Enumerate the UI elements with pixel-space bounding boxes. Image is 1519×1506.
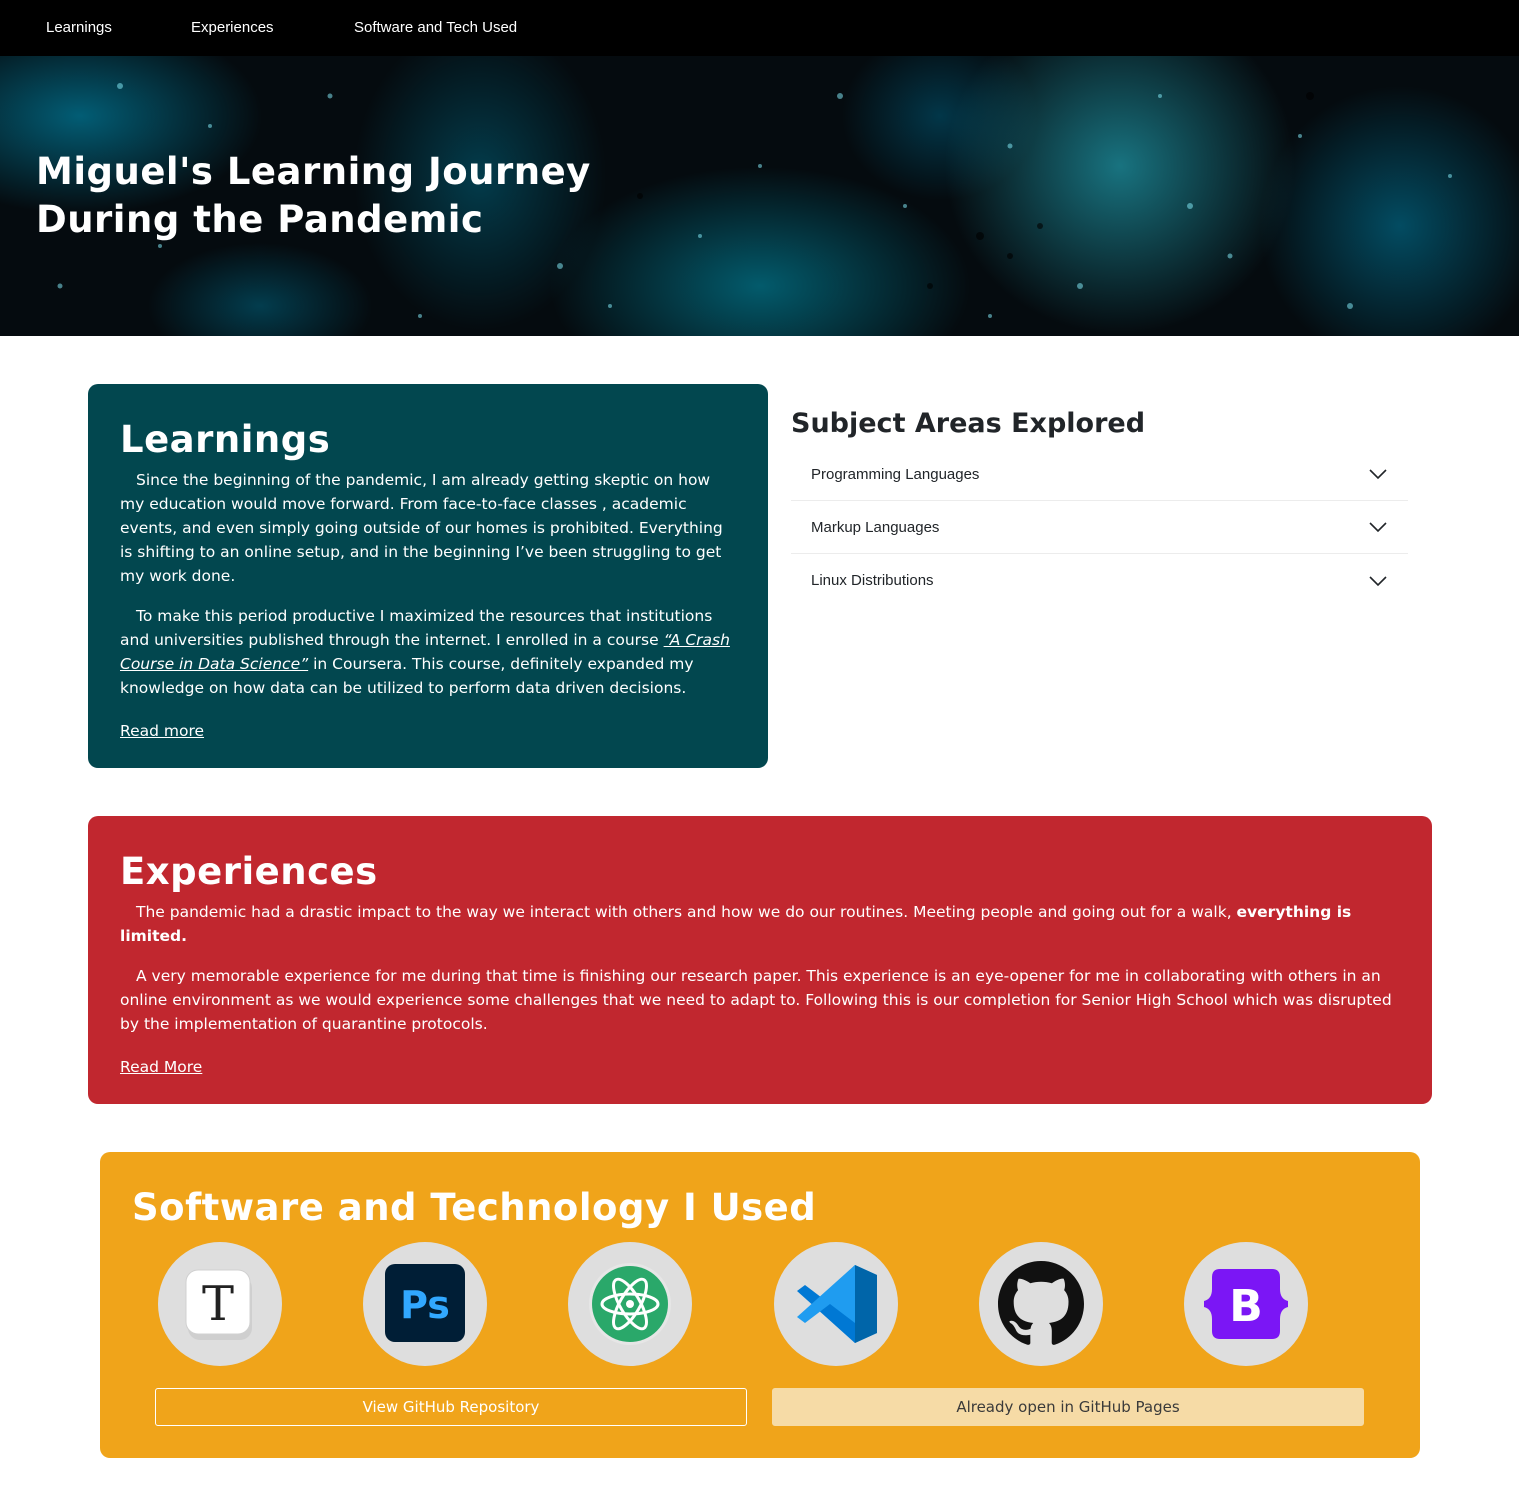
svg-text:T: T	[202, 1276, 234, 1332]
experiences-paragraph-1: The pandemic had a drastic impact to the…	[120, 900, 1400, 948]
learnings-title: Learnings	[120, 418, 331, 461]
nav-link-learnings[interactable]: Learnings	[46, 19, 112, 36]
vscode-icon	[797, 1265, 877, 1343]
tool-bootstrap: B	[1184, 1242, 1308, 1366]
learnings-paragraph-2: To make this period productive I maximiz…	[120, 604, 736, 700]
photoshop-icon: Ps	[385, 1264, 465, 1342]
tool-typora: T	[158, 1242, 282, 1366]
view-github-repository-button[interactable]: View GitHub Repository	[155, 1388, 747, 1426]
learnings-card: Learnings Since the beginning of the pan…	[88, 384, 768, 768]
accordion-label: Programming Languages	[811, 465, 980, 483]
experiences-paragraph-1-text: The pandemic had a drastic impact to the…	[136, 903, 1237, 921]
tool-vscode	[774, 1242, 898, 1366]
github-icon	[998, 1261, 1084, 1345]
atom-icon	[589, 1263, 671, 1345]
top-navbar: Learnings Experiences Software and Tech …	[0, 0, 1519, 56]
chevron-down-icon	[1369, 469, 1387, 480]
subject-areas-section: Subject Areas Explored Programming Langu…	[791, 400, 1408, 607]
svg-text:Ps: Ps	[400, 1283, 450, 1327]
chevron-down-icon	[1369, 575, 1387, 586]
bootstrap-icon: B	[1204, 1269, 1288, 1339]
tool-atom	[568, 1242, 692, 1366]
accordion-label: Markup Languages	[811, 518, 940, 536]
svg-text:B: B	[1229, 1281, 1263, 1332]
accordion-label: Linux Distributions	[811, 572, 934, 589]
software-card: Software and Technology I Used T Ps B Vi…	[100, 1152, 1420, 1458]
typora-icon: T	[185, 1269, 252, 1340]
accordion-item-linux-distributions[interactable]: Linux Distributions	[791, 554, 1408, 607]
tool-github	[979, 1242, 1103, 1366]
software-title: Software and Technology I Used	[132, 1186, 817, 1229]
tool-photoshop: Ps	[363, 1242, 487, 1366]
hero-title: Miguel's Learning Journey During the Pan…	[36, 150, 591, 241]
hero-banner: Miguel's Learning Journey During the Pan…	[0, 56, 1519, 336]
experiences-card: Experiences The pandemic had a drastic i…	[88, 816, 1432, 1104]
experiences-read-more-link[interactable]: Read More	[120, 1058, 202, 1076]
chevron-down-icon	[1369, 522, 1387, 533]
learnings-paragraph-1: Since the beginning of the pandemic, I a…	[120, 471, 723, 585]
nav-link-experiences[interactable]: Experiences	[191, 19, 274, 36]
subject-areas-title: Subject Areas Explored	[791, 408, 1146, 439]
learnings-read-more-link[interactable]: Read more	[120, 722, 204, 740]
accordion-item-programming-languages[interactable]: Programming Languages	[791, 448, 1408, 501]
experiences-paragraph-2: A very memorable experience for me durin…	[120, 967, 1392, 1033]
nav-link-software[interactable]: Software and Tech Used	[354, 19, 517, 36]
github-pages-button[interactable]: Already open in GitHub Pages	[772, 1388, 1364, 1426]
experiences-title: Experiences	[120, 850, 378, 893]
learnings-paragraph-2-start: To make this period productive I maximiz…	[120, 607, 713, 649]
accordion-item-markup-languages[interactable]: Markup Languages	[791, 501, 1408, 554]
